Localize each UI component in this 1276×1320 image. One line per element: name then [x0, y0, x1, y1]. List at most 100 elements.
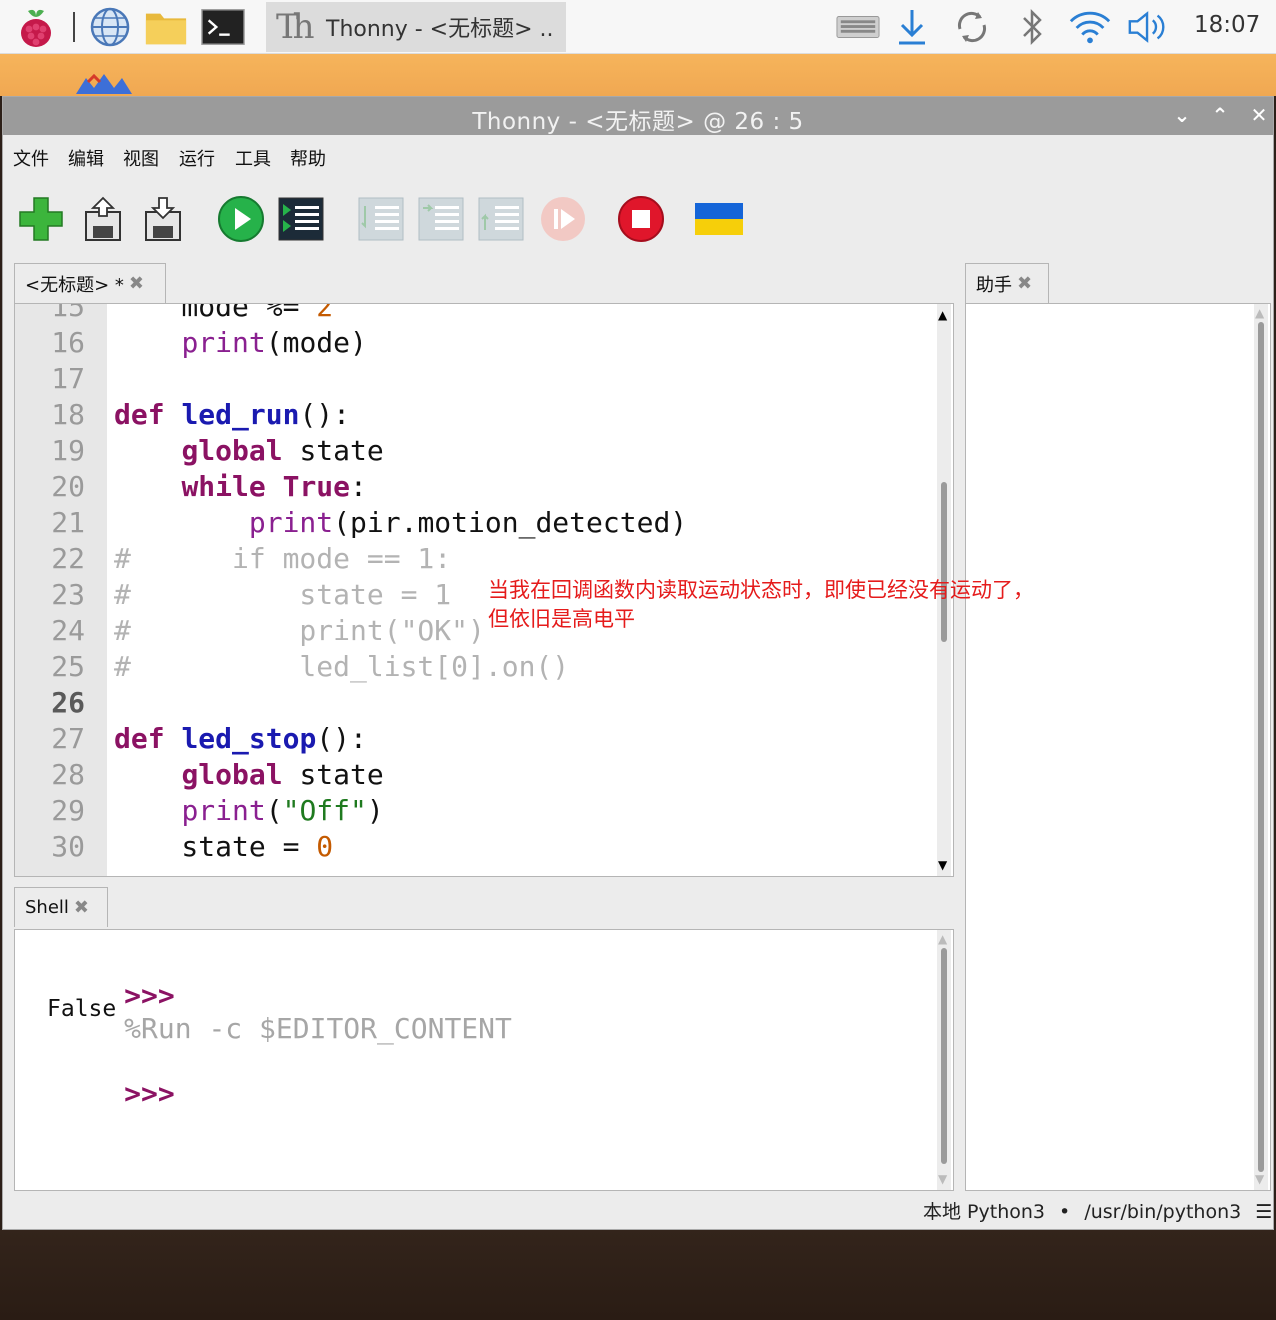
folder-icon[interactable] [144, 5, 188, 49]
thonny-logo: Th [276, 7, 315, 47]
bluetooth-icon[interactable] [1010, 5, 1054, 49]
status-bar[interactable]: 本地 Python3 • /usr/bin/python3 ☰ [923, 1197, 1272, 1224]
tab-assistant-label: 助手 [976, 274, 1012, 296]
line-number: 15 [51, 303, 85, 323]
code-line: mode %= 2 [114, 303, 334, 323]
volume-icon[interactable] [1126, 5, 1170, 49]
assistant-scrollbar[interactable]: ▲ ▼ [1254, 304, 1268, 1190]
save-icon[interactable] [139, 195, 187, 243]
minimize-button[interactable]: ⌄ [1171, 104, 1193, 126]
step-out-icon [477, 195, 525, 243]
debug-icon[interactable] [277, 195, 325, 243]
scroll-down-icon[interactable]: ▼ [938, 858, 947, 872]
scroll-down-icon[interactable]: ▼ [1255, 1172, 1264, 1186]
shell-scroll-thumb[interactable] [941, 948, 947, 1164]
stop-icon[interactable] [617, 195, 665, 243]
line-number: 23 [51, 578, 85, 611]
line-number: 28 [51, 758, 85, 791]
close-icon[interactable]: ✖ [74, 897, 89, 918]
wifi-icon[interactable] [1068, 5, 1112, 49]
line-number: 18 [51, 398, 85, 431]
step-over-icon [357, 195, 405, 243]
close-window-button[interactable]: ✕ [1248, 104, 1270, 126]
shell-panel[interactable]: >>> %Run -c $EDITOR_CONTENT False >>> ▲ … [14, 929, 954, 1191]
toolbar [3, 177, 1273, 257]
code-line: def led_stop(): [114, 722, 367, 755]
taskbar-thonny-task[interactable]: Th Thonny - <无标题> .. [266, 2, 566, 52]
line-number: 17 [51, 362, 85, 395]
code-line: def led_run(): [114, 398, 351, 431]
code-line: global state [181, 434, 384, 467]
annotation-line-1: 当我在回调函数内读取运动状态时，即使已经没有运动了， [488, 578, 1034, 602]
desktop-bottom [0, 1230, 1276, 1320]
code-line: print("Off") [181, 794, 384, 827]
window-titlebar[interactable]: Thonny - <无标题> @ 26 : 5 ⌄ ⌃ ✕ [3, 97, 1273, 135]
shell-command: %Run -c $EDITOR_CONTENT [124, 1012, 512, 1045]
tab-shell[interactable]: Shell ✖ [14, 887, 108, 927]
scroll-up-icon[interactable]: ▲ [938, 932, 947, 946]
menu-view[interactable]: 视图 [123, 145, 159, 171]
menu-icon[interactable]: ☰ [1255, 1201, 1272, 1223]
scroll-down-icon[interactable]: ▼ [938, 1172, 947, 1186]
raspberry-menu-icon[interactable] [14, 5, 58, 49]
code-line: # led_list[0].on() [114, 650, 570, 683]
assistant-scroll-thumb[interactable] [1258, 322, 1264, 1172]
tab-assistant[interactable]: 助手 ✖ [965, 263, 1049, 303]
maximize-button[interactable]: ⌃ [1209, 104, 1231, 126]
window-title: Thonny - <无标题> @ 26 : 5 [472, 109, 804, 135]
ukraine-flag-icon[interactable] [695, 195, 743, 243]
resume-icon [539, 195, 587, 243]
scroll-up-icon[interactable]: ▲ [1255, 306, 1264, 320]
terminal-icon[interactable] [201, 5, 245, 49]
menu-edit[interactable]: 编辑 [68, 145, 104, 171]
assistant-panel: ▲ ▼ [965, 303, 1271, 1191]
shell-scrollbar[interactable]: ▲ ▼ [937, 930, 951, 1190]
annotation-line-2: 但依旧是高电平 [488, 607, 635, 631]
shell-output: False [47, 996, 117, 1022]
line-number: 19 [51, 434, 85, 467]
new-icon[interactable] [17, 195, 65, 243]
code-line: # if mode == 1: [114, 542, 452, 575]
code-line: # print("OK") [114, 614, 485, 647]
tab-shell-label: Shell [25, 897, 69, 918]
download-icon[interactable] [890, 5, 934, 49]
taskbar: Th Thonny - <无标题> .. 18:07 [0, 0, 1276, 54]
thonny-window: Thonny - <无标题> @ 26 : 5 ⌄ ⌃ ✕ 文件 编辑 视图 运… [2, 96, 1274, 1230]
code-line: # state = 1 [114, 578, 452, 611]
shell-prompt: >>> [124, 979, 175, 1012]
shell-prompt: >>> [124, 1077, 175, 1110]
line-number: 21 [51, 506, 85, 539]
code-line: print(pir.motion_detected) [248, 506, 688, 539]
line-number: 30 [51, 830, 85, 863]
globe-icon[interactable] [88, 5, 132, 49]
desktop-logo-icon [76, 73, 132, 94]
menu-help[interactable]: 帮助 [290, 145, 326, 171]
line-number: 22 [51, 542, 85, 575]
line-number: 29 [51, 794, 85, 827]
sync-icon[interactable] [950, 5, 994, 49]
code-line: print(mode) [181, 326, 367, 359]
shell-input-line[interactable]: >>> [23, 1044, 175, 1143]
clock[interactable]: 18:07 [1194, 12, 1260, 38]
keyboard-icon[interactable] [836, 5, 880, 49]
tab-editor[interactable]: <无标题> * ✖ [14, 263, 166, 303]
menu-run[interactable]: 运行 [179, 145, 215, 171]
line-number: 24 [51, 614, 85, 647]
line-number: 20 [51, 470, 85, 503]
close-icon[interactable]: ✖ [1017, 273, 1032, 294]
open-icon[interactable] [79, 195, 127, 243]
step-into-icon [417, 195, 465, 243]
code-line: while True: [181, 470, 367, 503]
run-icon[interactable] [217, 195, 265, 243]
tab-editor-label: <无标题> * [25, 274, 124, 296]
menu-file[interactable]: 文件 [13, 145, 49, 171]
interpreter-label: 本地 Python3 [923, 1201, 1045, 1223]
desktop-background [0, 54, 1276, 96]
close-icon[interactable]: ✖ [129, 273, 144, 294]
menu-tools[interactable]: 工具 [235, 145, 271, 171]
line-number: 26 [51, 686, 85, 719]
scroll-up-icon[interactable]: ▲ [938, 308, 947, 322]
status-separator: • [1059, 1201, 1071, 1223]
code-line: global state [181, 758, 384, 791]
taskbar-divider [73, 12, 75, 42]
